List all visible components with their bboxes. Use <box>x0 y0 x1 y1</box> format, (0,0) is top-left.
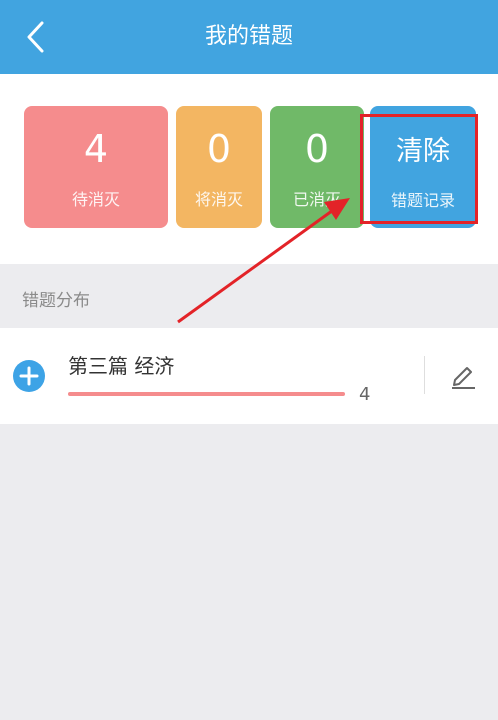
annotation-arrow <box>177 198 350 324</box>
